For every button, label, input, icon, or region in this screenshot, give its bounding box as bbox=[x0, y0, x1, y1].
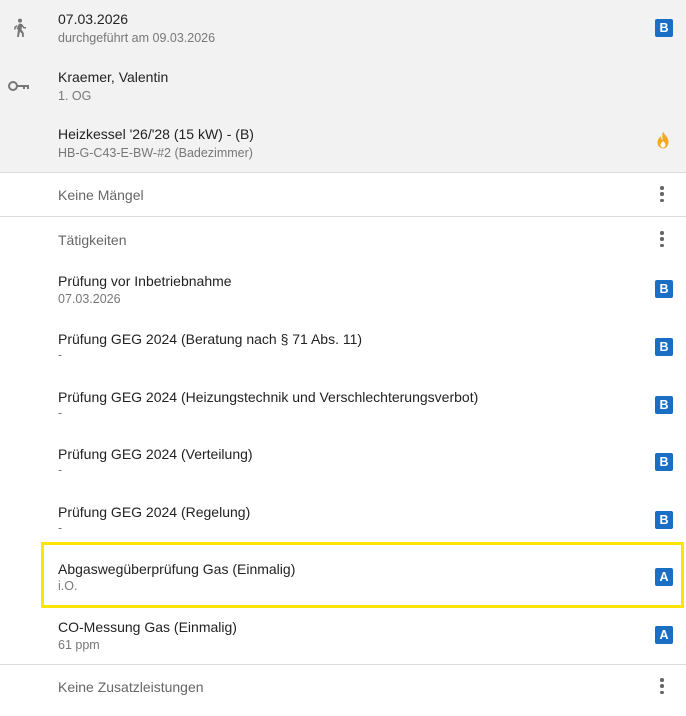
activity-item[interactable]: Prüfung GEG 2024 (Regelung) - B bbox=[0, 493, 686, 550]
activity-subtitle: - bbox=[58, 348, 63, 362]
activities-section-header: Tätigkeiten bbox=[0, 217, 686, 261]
inspection-performed-date: durchgeführt am 09.03.2026 bbox=[58, 31, 216, 45]
activity-subtitle: 07.03.2026 bbox=[58, 292, 121, 306]
category-badge: B bbox=[655, 396, 673, 414]
activity-item[interactable]: Prüfung GEG 2024 (Verteilung) - B bbox=[0, 435, 686, 492]
extras-section: Keine Zusatzleistungen bbox=[0, 665, 686, 709]
activity-item[interactable]: Prüfung vor Inbetriebnahme 07.03.2026 B bbox=[0, 262, 686, 319]
activity-title: Prüfung vor Inbetriebnahme bbox=[58, 273, 232, 289]
defects-menu-button[interactable] bbox=[654, 185, 670, 203]
activity-subtitle: 61 ppm bbox=[58, 638, 100, 652]
activity-item-highlighted[interactable]: Abgaswegüberprüfung Gas (Einmalig) i.O. … bbox=[0, 550, 686, 607]
activity-item[interactable]: Prüfung GEG 2024 (Heizungstechnik und Ve… bbox=[0, 378, 686, 435]
device-name: Heizkessel '26/'28 (15 kW) - (B) bbox=[58, 126, 254, 142]
customer-row[interactable]: Kraemer, Valentin 1. OG bbox=[0, 58, 686, 114]
extras-label: Keine Zusatzleistungen bbox=[58, 679, 204, 695]
inspection-date: 07.03.2026 bbox=[58, 11, 129, 27]
activity-subtitle: - bbox=[58, 463, 63, 477]
category-badge: A bbox=[655, 568, 673, 586]
inspection-date-row[interactable]: 07.03.2026 durchgeführt am 09.03.2026 B bbox=[0, 0, 686, 58]
activities-label: Tätigkeiten bbox=[58, 232, 127, 248]
activity-subtitle: - bbox=[58, 406, 63, 420]
device-id: HB-G-C43-E-BW-#2 (Badezimmer) bbox=[58, 146, 253, 160]
activity-title: Prüfung GEG 2024 (Heizungstechnik und Ve… bbox=[58, 389, 479, 405]
category-badge: B bbox=[655, 338, 673, 356]
defects-label: Keine Mängel bbox=[58, 187, 144, 203]
device-row[interactable]: Heizkessel '26/'28 (15 kW) - (B) HB-G-C4… bbox=[0, 114, 686, 172]
activity-item[interactable]: Prüfung GEG 2024 (Beratung nach § 71 Abs… bbox=[0, 320, 686, 377]
category-badge: B bbox=[655, 453, 673, 471]
category-badge: A bbox=[655, 626, 673, 644]
category-badge: B bbox=[655, 19, 673, 37]
extras-menu-button[interactable] bbox=[654, 677, 670, 695]
activity-title: Prüfung GEG 2024 (Beratung nach § 71 Abs… bbox=[58, 331, 363, 347]
activity-title: CO-Messung Gas (Einmalig) bbox=[58, 619, 237, 635]
flame-icon bbox=[657, 131, 669, 149]
activity-subtitle: i.O. bbox=[58, 579, 78, 593]
activity-subtitle: - bbox=[58, 521, 63, 535]
customer-floor: 1. OG bbox=[58, 89, 92, 103]
activity-title: Prüfung GEG 2024 (Regelung) bbox=[58, 504, 251, 520]
key-icon bbox=[8, 75, 30, 97]
defects-section: Keine Mängel bbox=[0, 173, 686, 216]
category-badge: B bbox=[655, 280, 673, 298]
category-badge: B bbox=[655, 511, 673, 529]
walking-person-icon bbox=[8, 17, 30, 39]
activity-item[interactable]: CO-Messung Gas (Einmalig) 61 ppm A bbox=[0, 608, 686, 664]
activity-title: Abgaswegüberprüfung Gas (Einmalig) bbox=[58, 561, 296, 577]
activity-title: Prüfung GEG 2024 (Verteilung) bbox=[58, 446, 253, 462]
activities-menu-button[interactable] bbox=[654, 230, 670, 248]
customer-name: Kraemer, Valentin bbox=[58, 69, 169, 85]
